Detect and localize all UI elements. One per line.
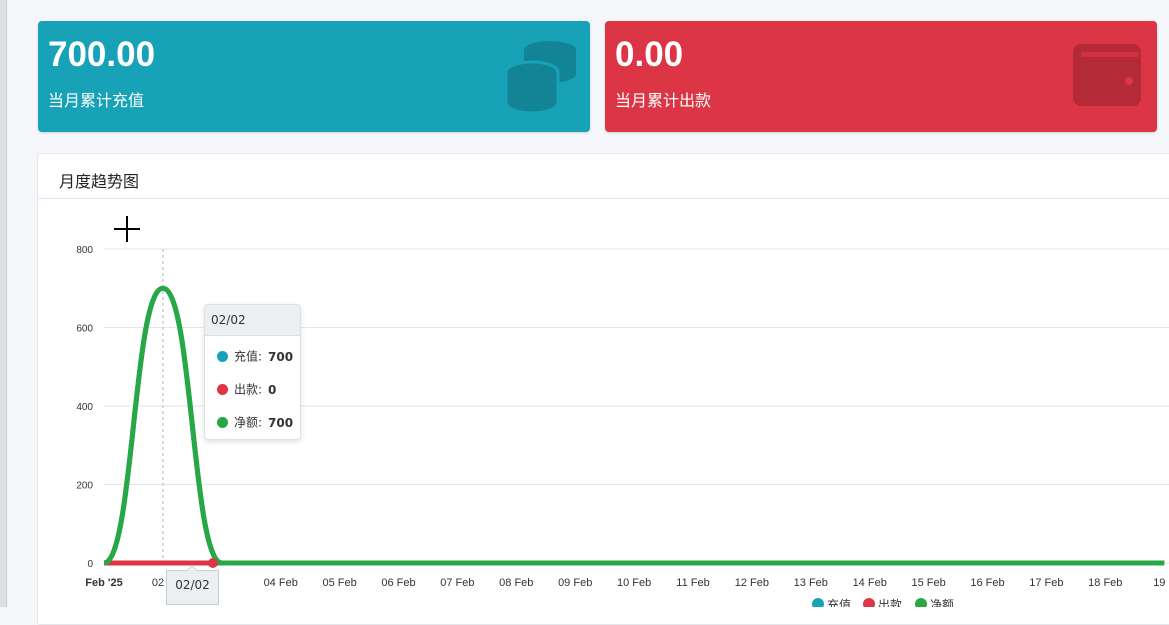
x-tick-label: 18 Feb bbox=[1088, 577, 1122, 589]
x-tick-label: 17 Feb bbox=[1029, 577, 1063, 589]
x-tick-label: 11 Feb bbox=[676, 577, 709, 589]
y-tick-label: 600 bbox=[76, 324, 93, 335]
x-tick-label: 13 Feb bbox=[794, 577, 828, 589]
x-axis-tooltip: 02/02 bbox=[166, 565, 219, 605]
chart-tooltip: 02/02 充值: 700 出款: 0 净额: 700 bbox=[204, 304, 301, 440]
x-tick-label: 14 Feb bbox=[853, 577, 887, 589]
legend-label: 出款 bbox=[878, 598, 902, 607]
x-tick-label: 10 Feb bbox=[617, 577, 651, 589]
tooltip-row-withdrawal: 出款: 0 bbox=[217, 381, 276, 397]
x-tick-label: 05 Feb bbox=[322, 577, 356, 589]
x-tick-label: 19 F bbox=[1153, 577, 1169, 589]
deposit-marker-icon bbox=[217, 351, 228, 362]
tooltip-row-value: 700 bbox=[268, 349, 294, 364]
tooltip-row-value: 700 bbox=[268, 415, 294, 430]
legend-marker bbox=[863, 598, 875, 607]
tooltip-row-name: 出款: bbox=[234, 382, 263, 397]
tooltip-row-name: 充值: bbox=[234, 349, 263, 364]
tooltip-row-name: 净额: bbox=[234, 415, 263, 430]
tooltip-row-deposit: 充值: 700 bbox=[217, 348, 293, 364]
y-tick-label: 400 bbox=[76, 402, 93, 413]
x-tick-label: 16 Feb bbox=[970, 577, 1004, 589]
x-tick-label: Feb '25 bbox=[85, 577, 122, 589]
y-tick-label: 200 bbox=[76, 481, 93, 492]
y-tick-label: 800 bbox=[76, 245, 93, 256]
tooltip-row-net: 净额: 700 bbox=[217, 414, 293, 430]
legend-marker bbox=[915, 598, 927, 607]
legend-label: 净额 bbox=[930, 598, 954, 607]
tooltip-row-value: 0 bbox=[268, 382, 277, 397]
x-tick-label: 09 Feb bbox=[558, 577, 592, 589]
monthly-trend-chart[interactable]: 0200400600800Feb '25 02 F 04 Feb 05 Feb 06 F… bbox=[0, 0, 1169, 607]
x-tick-label: 07 Feb bbox=[440, 577, 474, 589]
x-tick-label: 12 Feb bbox=[735, 577, 769, 589]
x-tick-label: 06 Feb bbox=[381, 577, 415, 589]
legend-label: 充值 bbox=[827, 597, 851, 607]
withdrawal-marker-icon bbox=[217, 384, 228, 395]
withdrawal-marker-point bbox=[207, 558, 218, 568]
legend-marker bbox=[812, 598, 824, 607]
x-tick-label: 15 Feb bbox=[911, 577, 945, 589]
x-tick-label: 04 Feb bbox=[264, 577, 298, 589]
x-tick-label: 08 Feb bbox=[499, 577, 533, 589]
crosshair-cursor-icon bbox=[114, 216, 140, 242]
y-tick-label: 0 bbox=[87, 559, 93, 570]
net-marker-icon bbox=[217, 417, 228, 428]
tooltip-title: 02/02 bbox=[205, 305, 300, 336]
